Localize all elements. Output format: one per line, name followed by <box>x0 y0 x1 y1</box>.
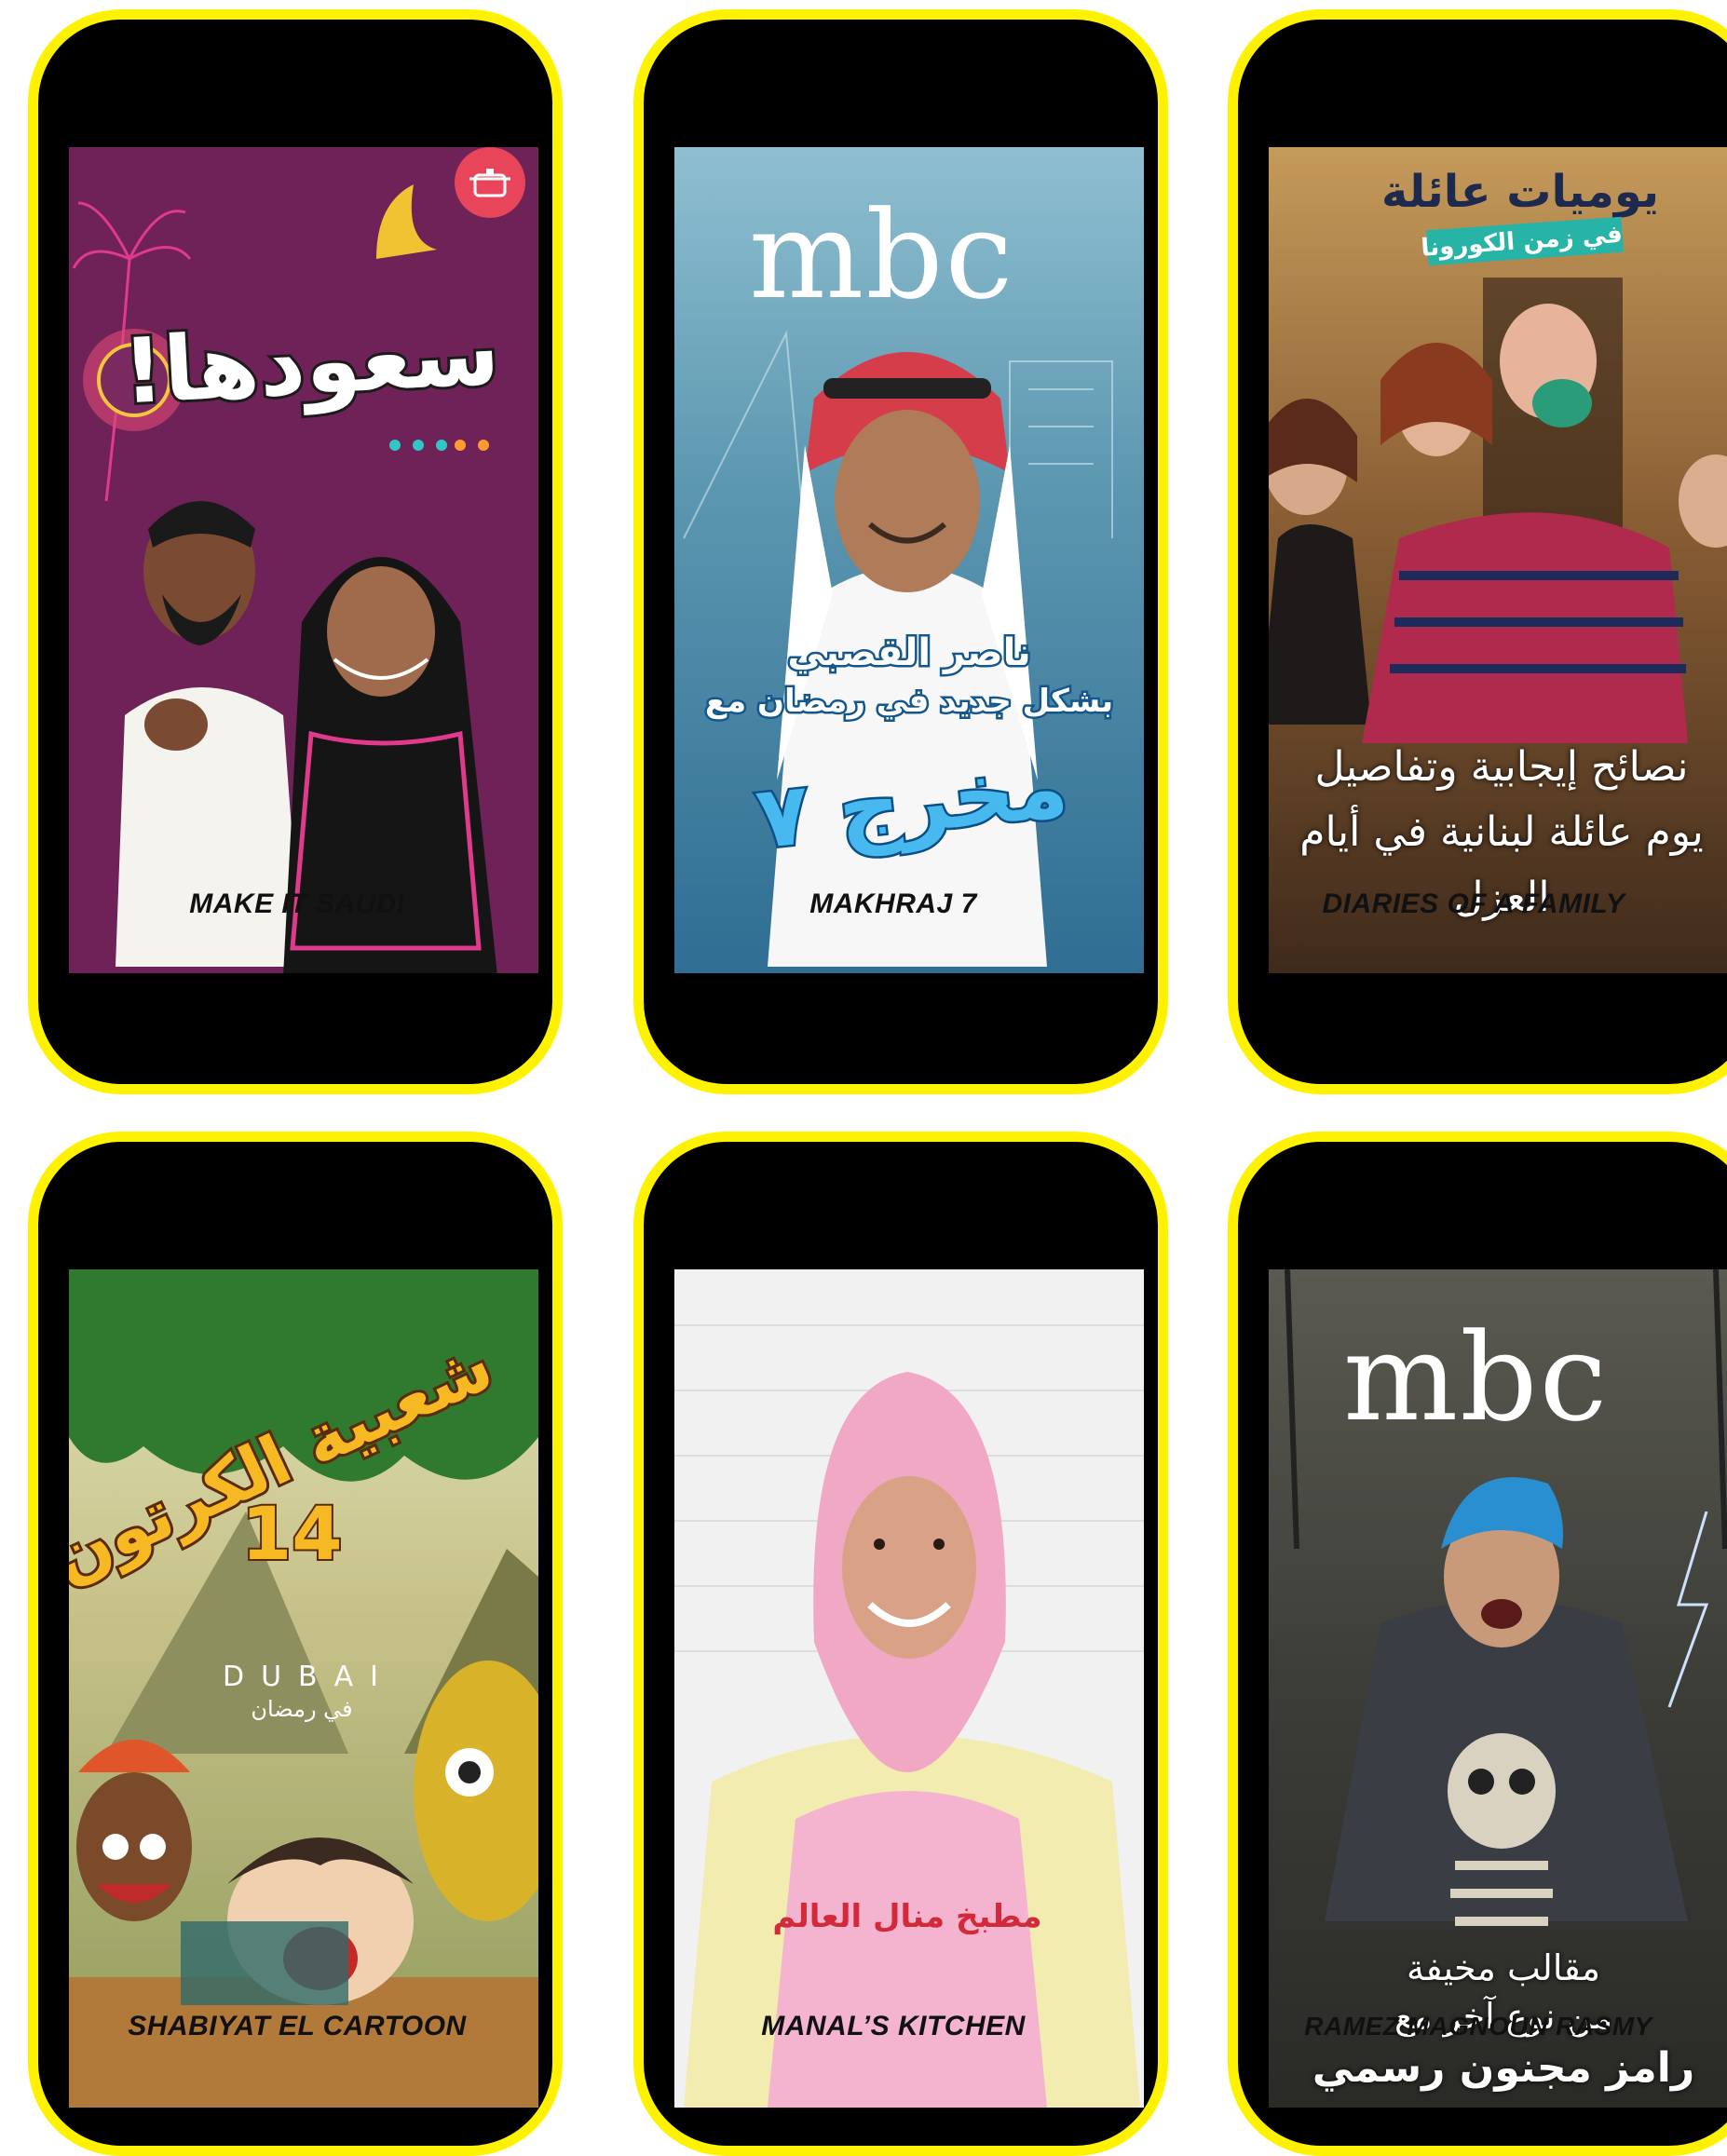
mbc-logo: mbc <box>1343 1307 1610 1448</box>
art-line-2: يوم عائلة لبنانية في أيام <box>1299 808 1704 856</box>
show-title: DIARIES OF A FAMILY <box>1322 888 1625 919</box>
art-line-2: بشكل جديد في رمضان مع <box>702 681 1115 723</box>
art-line-1: ناصر القصبي <box>785 630 1033 677</box>
show-title-banner: MAKHRAJ 7 <box>674 858 1112 951</box>
season-number: 14 <box>239 1491 345 1579</box>
show-title: SHABIYAT EL CARTOON <box>128 2011 467 2041</box>
show-card-manals-kitchen[interactable]: مطبخ منال العالم MANAL’S KITCHEN <box>633 1132 1168 2156</box>
show-title: MANAL’S KITCHEN <box>761 2011 1026 2041</box>
show-logo-text: سعودها! <box>117 297 505 427</box>
show-card-diaries-of-a-family[interactable]: يوميات عائلة في زمن الكورونا نصائح إيجاب… <box>1228 9 1727 1094</box>
show-card-make-it-saudi[interactable]: سعودها! MAKE IT SAUDI <box>28 9 563 1094</box>
show-title-banner: DIARIES OF A FAMILY <box>1269 858 1679 951</box>
show-title-banner: SHABIYAT EL CARTOON <box>69 1980 525 2073</box>
show-card-makhraj-7[interactable]: mbc ناصر القصبي بشكل جديد في رمضان مع مخ… <box>633 9 1168 1094</box>
show-title-banner: RAMEZ MAGNOUN RASMY <box>1269 1980 1688 2073</box>
cover-image: يوميات عائلة في زمن الكورونا نصائح إيجاب… <box>1269 147 1727 973</box>
cover-image: mbc ناصر القصبي بشكل جديد في رمضان مع مخ… <box>674 147 1144 973</box>
show-title: MAKE IT SAUDI <box>189 888 405 919</box>
art-line-1: نصائح إيجابية وتفاصيل <box>1314 743 1689 791</box>
channel-name: DUBAI <box>223 1661 396 1693</box>
cooking-pot-icon[interactable] <box>455 147 525 218</box>
show-card-shabiyat-el-cartoon[interactable]: شعبية الكرتون 14 DUBAI في رمضان SHABIYAT… <box>28 1132 563 2156</box>
show-title: RAMEZ MAGNOUN RASMY <box>1304 2012 1652 2041</box>
show-title-banner: MANAL’S KITCHEN <box>674 1980 1112 2073</box>
show-title-banner: MAKE IT SAUDI <box>69 858 525 951</box>
show-logo-text: يوميات عائلة <box>1381 166 1659 218</box>
channel-subtitle: في رمضان <box>251 1696 353 1722</box>
apron-logo-text: مطبخ منال العالم <box>772 1898 1042 1935</box>
cover-image: سعودها! <box>69 147 538 973</box>
show-card-ramez-magnoun-rasmy[interactable]: mbc مقالب مخيفة من نوع آخر مع رامز مجنون… <box>1228 1132 1727 2156</box>
show-title: MAKHRAJ 7 <box>809 888 977 919</box>
mbc-logo: mbc <box>749 184 1015 326</box>
